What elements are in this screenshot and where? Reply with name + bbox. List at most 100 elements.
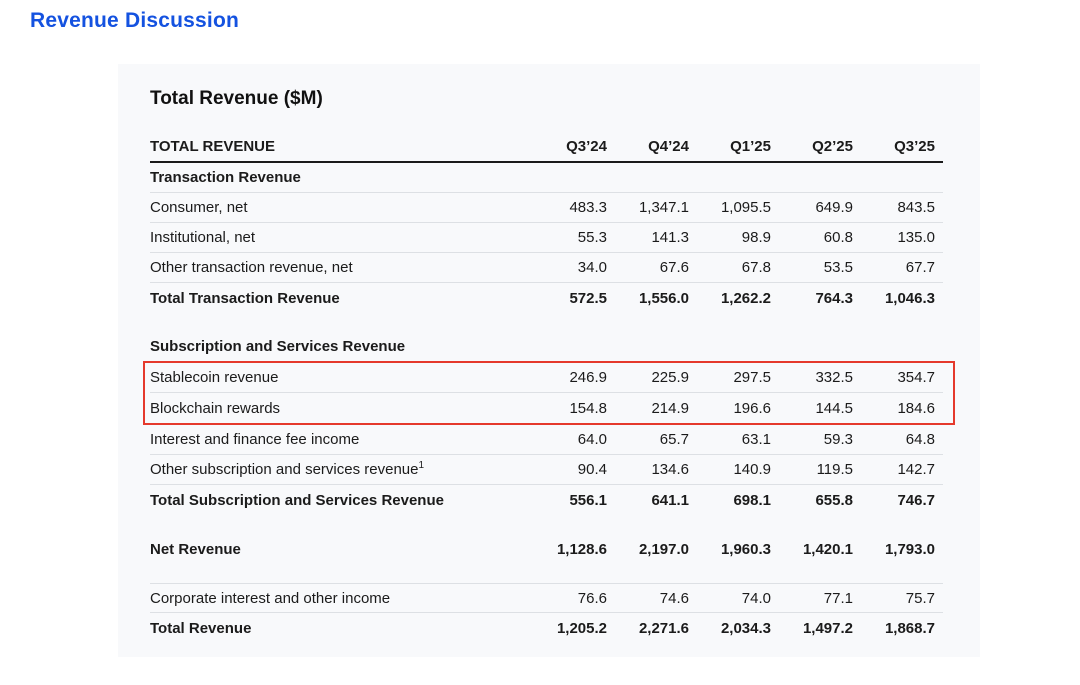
row-label-text: Other subscription and services revenue xyxy=(150,461,418,478)
row-value: 1,347.1 xyxy=(615,199,697,216)
revenue-table-card: Total Revenue ($M) TOTAL REVENUE Q3’24 Q… xyxy=(118,64,980,657)
row-value: 297.5 xyxy=(697,369,779,386)
row-value: 65.7 xyxy=(615,431,697,448)
column-header: Q4’24 xyxy=(615,138,697,155)
row-label: Corporate interest and other income xyxy=(150,590,533,607)
row-value: 53.5 xyxy=(779,259,861,276)
row-value: 196.6 xyxy=(697,400,779,417)
table-row-net-revenue: Net Revenue 1,128.6 2,197.0 1,960.3 1,42… xyxy=(150,534,943,564)
row-value: 144.5 xyxy=(779,400,861,417)
row-value: 354.7 xyxy=(861,369,943,386)
section-spacer xyxy=(150,313,943,331)
row-value: 64.0 xyxy=(533,431,615,448)
table-row-consumer-net: Consumer, net 483.3 1,347.1 1,095.5 649.… xyxy=(150,193,943,223)
column-header: Q1’25 xyxy=(697,138,779,155)
row-value: 556.1 xyxy=(533,492,615,509)
row-value: 1,128.6 xyxy=(533,541,615,558)
row-value: 698.1 xyxy=(697,492,779,509)
row-value: 63.1 xyxy=(697,431,779,448)
row-value: 572.5 xyxy=(533,290,615,307)
section-header-subscription-services-revenue: Subscription and Services Revenue xyxy=(150,331,943,361)
section-header-transaction-revenue: Transaction Revenue xyxy=(150,163,943,193)
row-value: 332.5 xyxy=(779,369,861,386)
section-label: Transaction Revenue xyxy=(150,169,943,186)
row-value: 55.3 xyxy=(533,229,615,246)
section-label: Subscription and Services Revenue xyxy=(150,338,943,355)
row-value: 1,960.3 xyxy=(697,541,779,558)
table-row-other-transaction-revenue: Other transaction revenue, net 34.0 67.6… xyxy=(150,253,943,283)
table-row-stablecoin-revenue: Stablecoin revenue 246.9 225.9 297.5 332… xyxy=(150,363,943,393)
table-row-total-revenue: Total Revenue 1,205.2 2,271.6 2,034.3 1,… xyxy=(150,613,943,643)
row-label: Net Revenue xyxy=(150,541,533,558)
table-row-total-subscription-services-revenue: Total Subscription and Services Revenue … xyxy=(150,485,943,515)
row-value: 246.9 xyxy=(533,369,615,386)
row-label: Total Subscription and Services Revenue xyxy=(150,492,533,509)
row-label: Total Revenue xyxy=(150,620,533,637)
revenue-table: TOTAL REVENUE Q3’24 Q4’24 Q1’25 Q2’25 Q3… xyxy=(150,132,943,643)
row-value: 64.8 xyxy=(861,431,943,448)
table-row-total-transaction-revenue: Total Transaction Revenue 572.5 1,556.0 … xyxy=(150,283,943,313)
column-header: Q3’25 xyxy=(861,138,943,155)
row-value: 1,497.2 xyxy=(779,620,861,637)
row-value: 1,556.0 xyxy=(615,290,697,307)
table-row-other-subscription-services-revenue: Other subscription and services revenue1… xyxy=(150,455,943,485)
table-row-corporate-interest-other-income: Corporate interest and other income 76.6… xyxy=(150,583,943,613)
row-value: 649.9 xyxy=(779,199,861,216)
row-value: 74.6 xyxy=(615,590,697,607)
row-label: Interest and finance fee income xyxy=(150,431,533,448)
row-value: 843.5 xyxy=(861,199,943,216)
row-value: 75.7 xyxy=(861,590,943,607)
row-value: 1,793.0 xyxy=(861,541,943,558)
row-value: 1,095.5 xyxy=(697,199,779,216)
row-value: 77.1 xyxy=(779,590,861,607)
row-label: Other transaction revenue, net xyxy=(150,259,533,276)
row-value: 119.5 xyxy=(779,461,861,478)
row-value: 214.9 xyxy=(615,400,697,417)
row-value: 90.4 xyxy=(533,461,615,478)
row-value: 98.9 xyxy=(697,229,779,246)
row-value: 483.3 xyxy=(533,199,615,216)
row-label: Institutional, net xyxy=(150,229,533,246)
row-value: 74.0 xyxy=(697,590,779,607)
row-value: 67.6 xyxy=(615,259,697,276)
row-value: 184.6 xyxy=(861,400,943,417)
row-value: 2,271.6 xyxy=(615,620,697,637)
row-value: 1,046.3 xyxy=(861,290,943,307)
row-label: Total Transaction Revenue xyxy=(150,290,533,307)
row-value: 641.1 xyxy=(615,492,697,509)
page-title: Revenue Discussion xyxy=(30,9,239,33)
section-spacer xyxy=(150,515,943,534)
row-value: 1,868.7 xyxy=(861,620,943,637)
row-value: 2,034.3 xyxy=(697,620,779,637)
row-value: 1,205.2 xyxy=(533,620,615,637)
table-header-row: TOTAL REVENUE Q3’24 Q4’24 Q1’25 Q2’25 Q3… xyxy=(150,132,943,163)
column-header: Q3’24 xyxy=(533,138,615,155)
section-spacer xyxy=(150,564,943,583)
row-label: Other subscription and services revenue1 xyxy=(150,461,533,478)
column-header: Q2’25 xyxy=(779,138,861,155)
table-row-blockchain-rewards: Blockchain rewards 154.8 214.9 196.6 144… xyxy=(150,393,943,423)
row-value: 140.9 xyxy=(697,461,779,478)
row-value: 225.9 xyxy=(615,369,697,386)
highlight-red-box: Stablecoin revenue 246.9 225.9 297.5 332… xyxy=(143,361,955,425)
row-value: 1,262.2 xyxy=(697,290,779,307)
row-label: Consumer, net xyxy=(150,199,533,216)
row-label: Blockchain rewards xyxy=(150,400,533,417)
row-value: 142.7 xyxy=(861,461,943,478)
row-value: 60.8 xyxy=(779,229,861,246)
row-value: 764.3 xyxy=(779,290,861,307)
row-value: 655.8 xyxy=(779,492,861,509)
row-value: 135.0 xyxy=(861,229,943,246)
row-value: 1,420.1 xyxy=(779,541,861,558)
table-title: Total Revenue ($M) xyxy=(150,88,943,110)
table-row-interest-finance-fee-income: Interest and finance fee income 64.0 65.… xyxy=(150,425,943,455)
row-value: 67.7 xyxy=(861,259,943,276)
row-value: 141.3 xyxy=(615,229,697,246)
row-value: 2,197.0 xyxy=(615,541,697,558)
table-header-label: TOTAL REVENUE xyxy=(150,138,533,155)
row-value: 76.6 xyxy=(533,590,615,607)
row-value: 67.8 xyxy=(697,259,779,276)
row-label: Stablecoin revenue xyxy=(150,369,533,386)
row-value: 134.6 xyxy=(615,461,697,478)
table-row-institutional-net: Institutional, net 55.3 141.3 98.9 60.8 … xyxy=(150,223,943,253)
